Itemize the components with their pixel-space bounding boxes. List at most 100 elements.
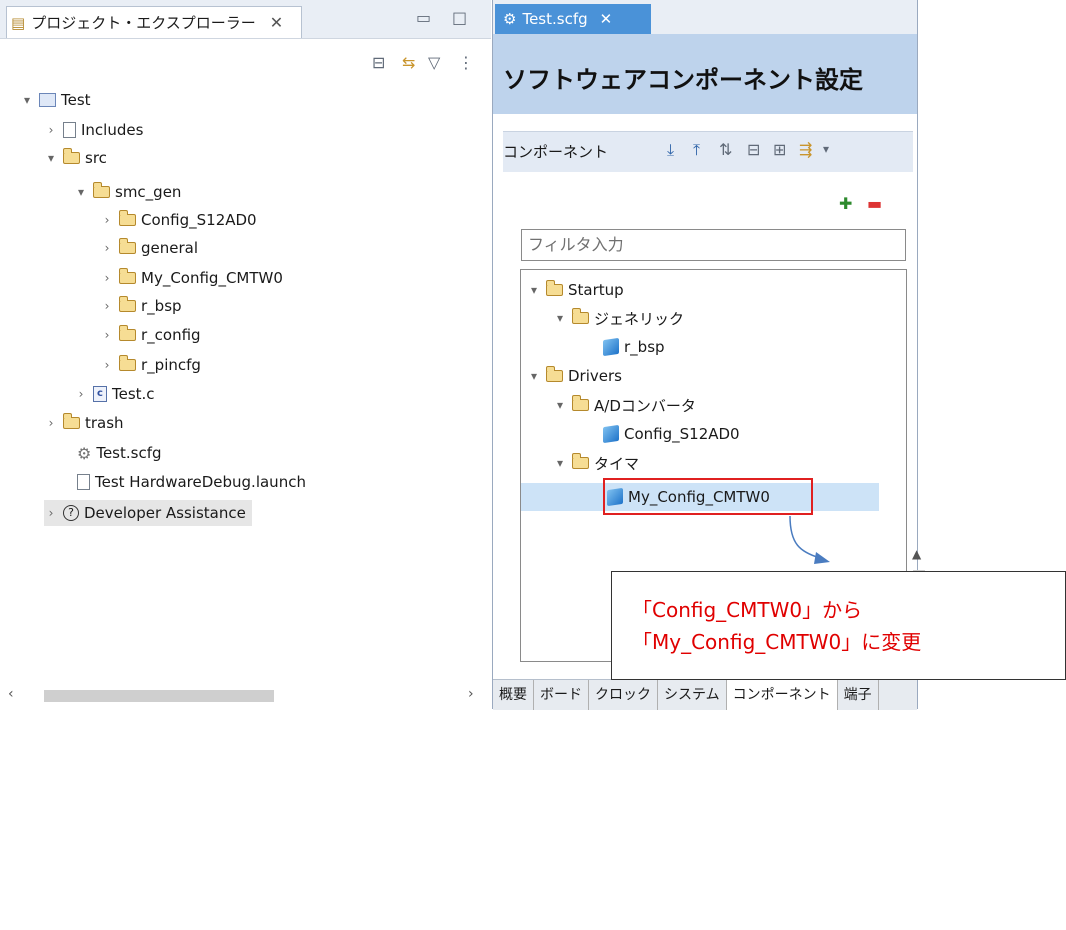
tree-item-test-scfg[interactable]: ⚙ Test.scfg	[58, 440, 162, 466]
link-editor-icon[interactable]: ⇆	[402, 53, 415, 72]
expand-all-icon[interactable]: ⊞	[773, 140, 786, 159]
tree-item-label: Includes	[81, 121, 144, 139]
chevron-right-icon[interactable]: ›	[100, 358, 114, 372]
chevron-right-icon[interactable]: ›	[100, 328, 114, 342]
horizontal-scrollbar[interactable]: ‹ ›	[8, 686, 484, 706]
scroll-right-icon[interactable]: ›	[468, 686, 474, 702]
chevron-down-icon[interactable]: ▾	[553, 311, 567, 325]
c-project-icon	[39, 93, 56, 107]
chevron-right-icon[interactable]: ›	[44, 416, 58, 430]
folder-icon	[118, 210, 136, 226]
gear-icon: ⚙	[77, 443, 92, 463]
filter-input[interactable]: フィルタ入力	[521, 229, 906, 261]
folder-icon	[571, 395, 589, 411]
chevron-down-icon[interactable]: ▾	[74, 185, 88, 199]
collapse-all-icon[interactable]: ⊟	[372, 53, 385, 72]
tree-item-launch[interactable]: Test HardwareDebug.launch	[58, 469, 306, 495]
chevron-right-icon[interactable]: ›	[100, 241, 114, 255]
tree-item-label: Test.c	[112, 385, 155, 403]
tree-item-drivers[interactable]: ▾ Drivers	[527, 363, 622, 389]
tree-item-adc[interactable]: ▾ A/Dコンバータ	[553, 392, 696, 418]
tree-item-r-pincfg[interactable]: › r_pincfg	[100, 352, 201, 378]
tree-item-timer[interactable]: ▾ タイマ	[553, 450, 639, 476]
tab-label: プロジェクト・エクスプローラー	[31, 14, 256, 32]
folder-icon	[571, 453, 589, 469]
tab-clock[interactable]: クロック	[589, 680, 658, 710]
tree-item-r-config[interactable]: › r_config	[100, 322, 201, 348]
tree-item-label: Config_S12AD0	[141, 211, 257, 229]
chevron-right-icon[interactable]: ›	[100, 299, 114, 313]
chevron-right-icon[interactable]: ›	[44, 506, 58, 520]
scroll-up-icon[interactable]: ▲	[912, 547, 921, 561]
close-icon[interactable]: ✕	[270, 13, 283, 32]
tab-system[interactable]: システム	[658, 680, 727, 710]
tree-item-general[interactable]: › general	[100, 235, 198, 261]
tree-item-generic[interactable]: ▾ ジェネリック	[553, 305, 684, 331]
tree-item-label: Test	[61, 91, 91, 109]
tree-item-project-test[interactable]: ▾ Test	[20, 87, 91, 113]
tab-project-explorer[interactable]: ▤ プロジェクト・エクスプローラー ✕	[6, 6, 302, 38]
callout-line-1: 「Config_CMTW0」から	[632, 598, 863, 622]
tab-board[interactable]: ボード	[534, 680, 589, 710]
chevron-right-icon[interactable]: ›	[74, 387, 88, 401]
sort-icon[interactable]: ⇅	[719, 140, 732, 159]
export-icon[interactable]: ⤒	[693, 140, 700, 160]
tree-item-config-s12ad0-component[interactable]: Config_S12AD0	[603, 421, 740, 447]
chevron-down-icon[interactable]: ▾	[823, 142, 829, 156]
filter-icon[interactable]: ▽	[428, 53, 440, 72]
tree-item-r-bsp-component[interactable]: r_bsp	[603, 334, 665, 360]
tree-item-label: r_pincfg	[141, 356, 201, 374]
explorer-tabbar: ▤ プロジェクト・エクスプローラー ✕ ▭ □	[0, 0, 491, 39]
chevron-right-icon[interactable]: ›	[100, 271, 114, 285]
tab-components[interactable]: コンポーネント	[726, 680, 838, 710]
tree-item-config-s12ad0[interactable]: › Config_S12AD0	[100, 207, 257, 233]
chevron-down-icon[interactable]: ▾	[527, 369, 541, 383]
tree-item-developer-assistance[interactable]: › ? Developer Assistance	[44, 500, 252, 526]
add-component-icon[interactable]: ✚	[839, 194, 852, 213]
project-explorer-icon: ▤	[11, 13, 26, 32]
folder-icon	[118, 268, 136, 284]
tree-item-label: trash	[85, 414, 124, 432]
tree-item-trash[interactable]: › trash	[44, 410, 124, 436]
highlight-box	[603, 478, 813, 515]
import-icon[interactable]: ⤓	[667, 140, 674, 160]
tree-item-smc-gen[interactable]: ▾ smc_gen	[74, 179, 181, 205]
chevron-right-icon[interactable]: ›	[100, 213, 114, 227]
close-icon[interactable]: ✕	[600, 10, 613, 28]
collapse-all-icon[interactable]: ⊟	[747, 140, 760, 159]
tree-item-src[interactable]: ▾ src	[44, 145, 107, 171]
components-label: コンポーネント	[503, 143, 609, 161]
tab-test-scfg[interactable]: ⚙ Test.scfg ✕	[495, 4, 651, 34]
view-menu-icon[interactable]: ⋮	[458, 53, 474, 72]
remove-component-icon[interactable]: ▬	[867, 194, 882, 213]
chevron-down-icon[interactable]: ▾	[527, 283, 541, 297]
tree-item-label: Test HardwareDebug.launch	[95, 473, 306, 491]
tree-item-label: src	[85, 149, 107, 167]
includes-icon	[63, 122, 76, 138]
view-switch-icon[interactable]: ⇶	[799, 140, 812, 159]
tab-pins[interactable]: 端子	[838, 680, 879, 710]
tree-item-r-bsp[interactable]: › r_bsp	[100, 293, 182, 319]
chevron-down-icon[interactable]: ▾	[20, 93, 34, 107]
scroll-thumb[interactable]	[44, 690, 274, 702]
tree-item-includes[interactable]: › Includes	[44, 117, 144, 143]
tree-item-label: r_bsp	[141, 297, 182, 315]
minimize-icon[interactable]: ▭	[416, 8, 431, 27]
folder-icon	[118, 355, 136, 371]
folder-icon	[62, 413, 80, 429]
tree-item-my-config-cmtw0[interactable]: › My_Config_CMTW0	[100, 265, 283, 291]
tree-item-label: smc_gen	[115, 183, 182, 201]
folder-icon	[571, 308, 589, 324]
tab-overview[interactable]: 概要	[493, 680, 534, 710]
file-icon	[77, 474, 90, 490]
chevron-down-icon[interactable]: ▾	[553, 398, 567, 412]
scroll-left-icon[interactable]: ‹	[8, 686, 14, 702]
tree-item-test-c[interactable]: › c Test.c	[74, 381, 155, 407]
chevron-down-icon[interactable]: ▾	[44, 151, 58, 165]
maximize-icon[interactable]: □	[452, 8, 467, 27]
tree-item-label: ジェネリック	[594, 309, 685, 328]
chevron-down-icon[interactable]: ▾	[553, 456, 567, 470]
component-icon	[603, 337, 619, 357]
chevron-right-icon[interactable]: ›	[44, 123, 58, 137]
tree-item-startup[interactable]: ▾ Startup	[527, 277, 624, 303]
